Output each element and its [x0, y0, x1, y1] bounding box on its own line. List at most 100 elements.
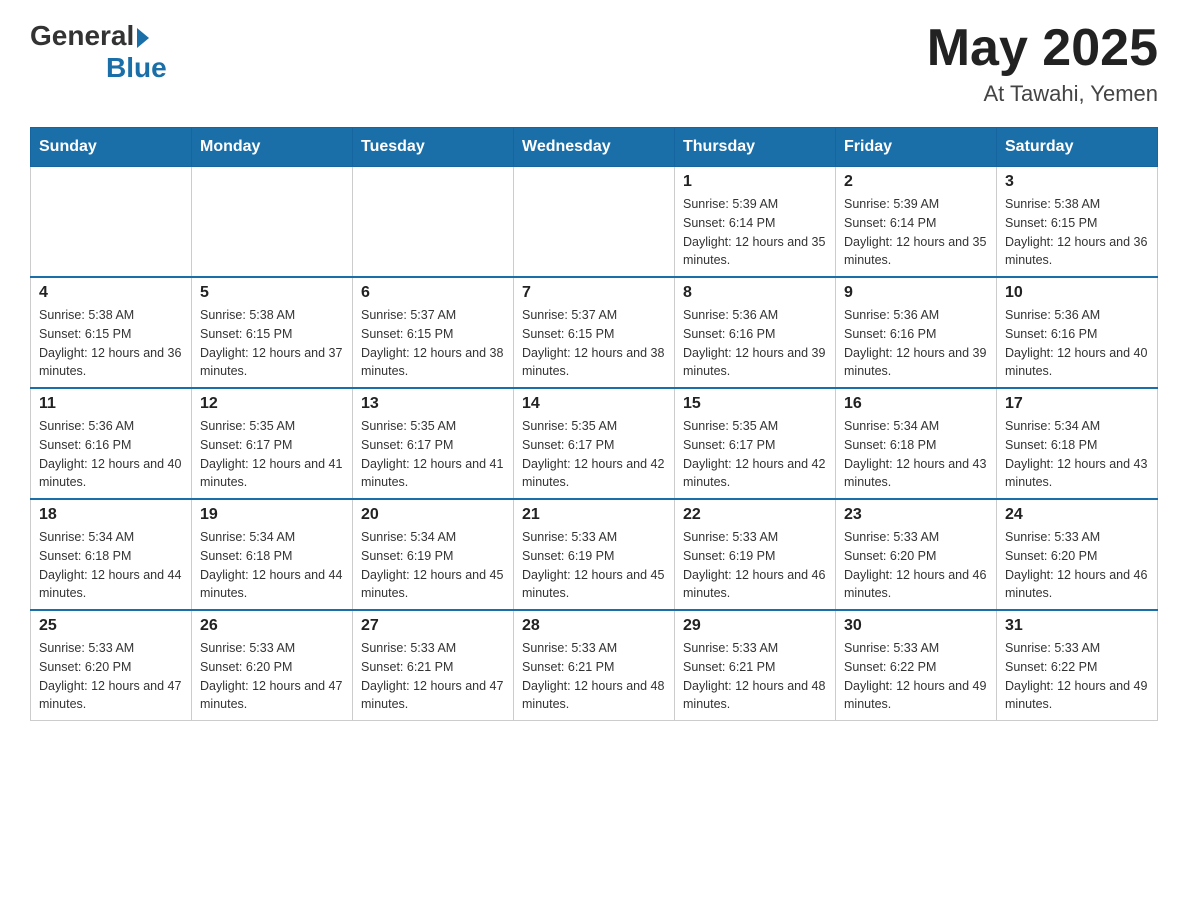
day-number: 26 — [200, 617, 344, 635]
table-row: 29Sunrise: 5:33 AMSunset: 6:21 PMDayligh… — [675, 610, 836, 721]
table-row — [514, 167, 675, 278]
calendar-header-row: Sunday Monday Tuesday Wednesday Thursday… — [31, 128, 1158, 167]
table-row: 26 Sunrise: 5:33 AMSunset: 6:20 PMDayligh… — [192, 610, 353, 721]
day-number: 30 — [844, 617, 988, 635]
day-number: 16 — [844, 395, 988, 413]
day-number: 7 — [522, 284, 666, 302]
table-row: 1 Sunrise: 5:39 AMSunset: 6:14 PMDaylight… — [675, 167, 836, 278]
day-info: Sunrise: 5:35 AMSunset: 6:17 PMDaylight:… — [683, 417, 827, 492]
calendar-week-row: 25 Sunrise: 5:33 AMSunset: 6:20 PMDayligh… — [31, 610, 1158, 721]
day-info: Sunrise: 5:33 AMSunset: 6:21 PMDaylight:… — [522, 639, 666, 714]
day-number: 20 — [361, 506, 505, 524]
table-row — [353, 167, 514, 278]
logo-arrow-icon — [137, 28, 149, 48]
day-number: 22 — [683, 506, 827, 524]
day-number: 3 — [1005, 173, 1149, 191]
month-title: May 2025 — [927, 20, 1158, 77]
day-info: Sunrise: 5:38 AMSunset: 6:15 PMDaylight:… — [1005, 195, 1149, 270]
day-info: Sunrise: 5:39 AMSunset: 6:14 PMDaylight:… — [844, 195, 988, 270]
day-number: 5 — [200, 284, 344, 302]
day-info: Sunrise: 5:38 AMSunset: 6:15 PMDaylight:… — [39, 306, 183, 381]
col-saturday: Saturday — [997, 128, 1158, 167]
table-row: 13 Sunrise: 5:35 AMSunset: 6:17 PMDayligh… — [353, 388, 514, 499]
day-number: 4 — [39, 284, 183, 302]
day-info: Sunrise: 5:34 AMSunset: 6:18 PMDaylight:… — [844, 417, 988, 492]
day-info: Sunrise: 5:33 AMSunset: 6:20 PMDaylight:… — [200, 639, 344, 714]
table-row: 24Sunrise: 5:33 AMSunset: 6:20 PMDayligh… — [997, 499, 1158, 610]
title-section: May 2025 At Tawahi, Yemen — [927, 20, 1158, 107]
table-row: 30 Sunrise: 5:33 AMSunset: 6:22 PMDayligh… — [836, 610, 997, 721]
day-info: Sunrise: 5:34 AMSunset: 6:18 PMDaylight:… — [200, 528, 344, 603]
day-number: 14 — [522, 395, 666, 413]
table-row: 10 Sunrise: 5:36 AMSunset: 6:16 PMDayligh… — [997, 277, 1158, 388]
day-info: Sunrise: 5:34 AMSunset: 6:19 PMDaylight:… — [361, 528, 505, 603]
table-row: 27 Sunrise: 5:33 AMSunset: 6:21 PMDayligh… — [353, 610, 514, 721]
table-row: 22 Sunrise: 5:33 AMSunset: 6:19 PMDayligh… — [675, 499, 836, 610]
day-info: Sunrise: 5:34 AMSunset: 6:18 PMDaylight:… — [39, 528, 183, 603]
table-row: 2 Sunrise: 5:39 AMSunset: 6:14 PMDaylight… — [836, 167, 997, 278]
table-row: 18 Sunrise: 5:34 AMSunset: 6:18 PMDayligh… — [31, 499, 192, 610]
logo-general-text: General — [30, 20, 134, 52]
day-number: 25 — [39, 617, 183, 635]
table-row: 15 Sunrise: 5:35 AMSunset: 6:17 PMDayligh… — [675, 388, 836, 499]
table-row: 25 Sunrise: 5:33 AMSunset: 6:20 PMDayligh… — [31, 610, 192, 721]
day-number: 27 — [361, 617, 505, 635]
table-row: 12Sunrise: 5:35 AMSunset: 6:17 PMDayligh… — [192, 388, 353, 499]
col-monday: Monday — [192, 128, 353, 167]
day-info: Sunrise: 5:39 AMSunset: 6:14 PMDaylight:… — [683, 195, 827, 270]
table-row: 5Sunrise: 5:38 AMSunset: 6:15 PMDaylight… — [192, 277, 353, 388]
col-thursday: Thursday — [675, 128, 836, 167]
col-wednesday: Wednesday — [514, 128, 675, 167]
day-number: 11 — [39, 395, 183, 413]
table-row: 7 Sunrise: 5:37 AMSunset: 6:15 PMDaylight… — [514, 277, 675, 388]
logo-blue-line2: Blue — [106, 52, 167, 83]
day-number: 8 — [683, 284, 827, 302]
day-info: Sunrise: 5:34 AMSunset: 6:18 PMDaylight:… — [1005, 417, 1149, 492]
table-row: 16 Sunrise: 5:34 AMSunset: 6:18 PMDayligh… — [836, 388, 997, 499]
table-row: 28Sunrise: 5:33 AMSunset: 6:21 PMDayligh… — [514, 610, 675, 721]
table-row: 8 Sunrise: 5:36 AMSunset: 6:16 PMDaylight… — [675, 277, 836, 388]
day-info: Sunrise: 5:37 AMSunset: 6:15 PMDaylight:… — [361, 306, 505, 381]
table-row: 3 Sunrise: 5:38 AMSunset: 6:15 PMDaylight… — [997, 167, 1158, 278]
day-info: Sunrise: 5:36 AMSunset: 6:16 PMDaylight:… — [683, 306, 827, 381]
day-number: 23 — [844, 506, 988, 524]
day-number: 15 — [683, 395, 827, 413]
calendar-week-row: 18 Sunrise: 5:34 AMSunset: 6:18 PMDayligh… — [31, 499, 1158, 610]
table-row — [31, 167, 192, 278]
day-info: Sunrise: 5:33 AMSunset: 6:20 PMDaylight:… — [844, 528, 988, 603]
calendar-week-row: 11 Sunrise: 5:36 AMSunset: 6:16 PMDayligh… — [31, 388, 1158, 499]
day-info: Sunrise: 5:33 AMSunset: 6:22 PMDaylight:… — [844, 639, 988, 714]
day-info: Sunrise: 5:33 AMSunset: 6:19 PMDaylight:… — [683, 528, 827, 603]
calendar-week-row: 4 Sunrise: 5:38 AMSunset: 6:15 PMDaylight… — [31, 277, 1158, 388]
day-number: 1 — [683, 173, 827, 191]
table-row: 19 Sunrise: 5:34 AMSunset: 6:18 PMDayligh… — [192, 499, 353, 610]
location-title: At Tawahi, Yemen — [927, 81, 1158, 107]
day-info: Sunrise: 5:35 AMSunset: 6:17 PMDaylight:… — [361, 417, 505, 492]
calendar-table: Sunday Monday Tuesday Wednesday Thursday… — [30, 127, 1158, 721]
day-number: 9 — [844, 284, 988, 302]
day-info: Sunrise: 5:33 AMSunset: 6:20 PMDaylight:… — [39, 639, 183, 714]
page-header: General Blue May 2025 At Tawahi, Yemen — [30, 20, 1158, 107]
day-info: Sunrise: 5:36 AMSunset: 6:16 PMDaylight:… — [1005, 306, 1149, 381]
day-number: 10 — [1005, 284, 1149, 302]
day-info: Sunrise: 5:36 AMSunset: 6:16 PMDaylight:… — [39, 417, 183, 492]
day-number: 13 — [361, 395, 505, 413]
logo: General Blue — [30, 20, 167, 84]
table-row: 21Sunrise: 5:33 AMSunset: 6:19 PMDayligh… — [514, 499, 675, 610]
day-number: 29 — [683, 617, 827, 635]
table-row: 17Sunrise: 5:34 AMSunset: 6:18 PMDayligh… — [997, 388, 1158, 499]
day-number: 6 — [361, 284, 505, 302]
day-number: 2 — [844, 173, 988, 191]
day-info: Sunrise: 5:37 AMSunset: 6:15 PMDaylight:… — [522, 306, 666, 381]
day-info: Sunrise: 5:33 AMSunset: 6:21 PMDaylight:… — [361, 639, 505, 714]
day-number: 18 — [39, 506, 183, 524]
table-row: 20 Sunrise: 5:34 AMSunset: 6:19 PMDayligh… — [353, 499, 514, 610]
table-row: 4 Sunrise: 5:38 AMSunset: 6:15 PMDaylight… — [31, 277, 192, 388]
table-row — [192, 167, 353, 278]
table-row: 9Sunrise: 5:36 AMSunset: 6:16 PMDaylight… — [836, 277, 997, 388]
col-sunday: Sunday — [31, 128, 192, 167]
day-info: Sunrise: 5:35 AMSunset: 6:17 PMDaylight:… — [522, 417, 666, 492]
day-number: 21 — [522, 506, 666, 524]
calendar-week-row: 1 Sunrise: 5:39 AMSunset: 6:14 PMDaylight… — [31, 167, 1158, 278]
day-number: 19 — [200, 506, 344, 524]
